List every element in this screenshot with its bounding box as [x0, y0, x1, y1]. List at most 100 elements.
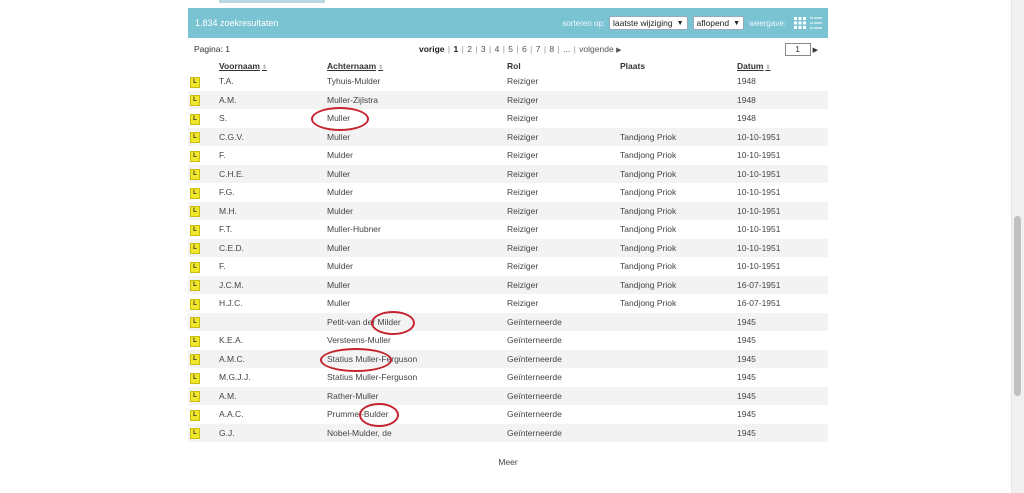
sort-field-select[interactable]: laatste wijziging ▼: [609, 16, 688, 30]
list-view-icon[interactable]: [810, 17, 822, 29]
cell-last-name[interactable]: Muller-Zijlstra: [327, 90, 507, 109]
table-row[interactable]: L H.J.C. Muller Reiziger Tandjong Priok 16-07…: [188, 294, 828, 313]
table-row[interactable]: L C.H.E. Muller Reiziger Tandjong Priok 10-10…: [188, 164, 828, 183]
cell-last-name[interactable]: Nobel-Mulder, de: [327, 423, 507, 442]
col-date[interactable]: Datum ⇕: [737, 59, 828, 72]
page-link-7[interactable]: 7: [536, 44, 541, 54]
cell-role: Reiziger: [507, 224, 539, 235]
cell-first-name[interactable]: C.G.V.: [219, 127, 327, 146]
page-link-2[interactable]: 2: [467, 44, 472, 54]
col-last-name[interactable]: Achternaam ⇕: [327, 59, 507, 72]
table-row[interactable]: L C.G.V. Muller Reiziger Tandjong Priok 10-10…: [188, 127, 828, 146]
table-row[interactable]: L M.G.J.J. Statius Muller-Ferguson Geïntern…: [188, 368, 828, 387]
cell-first-name[interactable]: G.J.: [219, 423, 327, 442]
page-number-input[interactable]: 1: [784, 43, 811, 56]
cell-first-name[interactable]: F.: [219, 146, 327, 165]
page-link-5[interactable]: 5: [508, 44, 513, 54]
table-row[interactable]: L F.T. Muller-Hubner Reiziger Tandjong Priok…: [188, 220, 828, 239]
page-link-8[interactable]: 8: [549, 44, 554, 54]
sort-order-select[interactable]: aflopend ▼: [692, 16, 745, 30]
cell-first-name[interactable]: M.H.: [219, 201, 327, 220]
cell-last-name[interactable]: Mulder: [327, 146, 507, 165]
table-row[interactable]: L S. Muller Reiziger 1948: [188, 107, 828, 132]
grid-view-icon[interactable]: [794, 17, 806, 29]
table-row[interactable]: L A.A.C. Prummel-Bulder Geïnterneerde 1945: [188, 403, 828, 428]
cell-first-name[interactable]: M.G.J.J.: [219, 368, 327, 387]
col-first-name[interactable]: Voornaam ⇕: [219, 59, 327, 72]
table-row[interactable]: L A.M.C. Statius Muller-Ferguson Geïnternee…: [188, 347, 828, 372]
table-row[interactable]: L F.G. Mulder Reiziger Tandjong Priok 10-10-1…: [188, 183, 828, 202]
play-right-icon[interactable]: ▶: [616, 47, 621, 54]
table-row[interactable]: L Petit-van der Milder Geïnterneerde 1945: [188, 310, 828, 335]
cell-last-name[interactable]: Muller: [311, 107, 507, 132]
cell-last-name[interactable]: Prummel-Bulder: [327, 403, 507, 428]
pagination: Pagina: 1 vorige | 1 | 2 | 3 | 4 | 5 | 6…: [188, 41, 828, 59]
cell-last-name[interactable]: Muller: [327, 238, 507, 257]
separator: |: [447, 44, 451, 54]
red-circle-annotation: [371, 310, 415, 335]
cell-last-name[interactable]: Mulder: [327, 201, 507, 220]
next-link[interactable]: volgende: [579, 44, 614, 54]
separator: |: [573, 44, 576, 54]
page-scrollbar[interactable]: [1011, 0, 1024, 493]
cell-date: 10-10-1951: [737, 238, 828, 257]
cell-last-name[interactable]: Muller: [327, 275, 507, 294]
table-row[interactable]: L K.E.A. Versteens-Muller Geïnterneerde 1945: [188, 331, 828, 350]
table-row[interactable]: L J.C.M. Muller Reiziger Tandjong Priok 16-07…: [188, 275, 828, 294]
sort-icon: ⇕: [765, 64, 771, 71]
cell-first-name[interactable]: K.E.A.: [219, 331, 327, 350]
cell-role: Geïnterneerde: [507, 372, 562, 383]
cell-first-name[interactable]: A.M.: [219, 90, 327, 109]
cell-first-name[interactable]: A.A.C.: [219, 405, 327, 424]
record-type-icon: L: [190, 113, 200, 125]
cell-last-name[interactable]: Muller-Hubner: [327, 220, 507, 239]
cell-last-name[interactable]: Petit-van der Milder: [327, 310, 507, 335]
table-row[interactable]: L C.E.D. Muller Reiziger Tandjong Priok 10-10…: [188, 238, 828, 257]
cell-type: L: [188, 127, 219, 146]
page-link-4[interactable]: 4: [495, 44, 500, 54]
table-row[interactable]: L T.A. Tyhuis-Mulder Reiziger 1948: [188, 72, 828, 91]
cell-first-name[interactable]: A.M.: [219, 386, 327, 405]
table-row[interactable]: L F. Mulder Reiziger Tandjong Priok 10-10-195…: [188, 257, 828, 276]
more-link[interactable]: Meer: [188, 457, 828, 467]
scrollbar-thumb[interactable]: [1014, 216, 1021, 396]
page-link-1[interactable]: 1: [453, 44, 458, 54]
cell-first-name[interactable]: C.H.E.: [219, 164, 327, 183]
cell-last-name[interactable]: Versteens-Muller: [327, 331, 507, 350]
cell-type: L: [188, 238, 219, 257]
cell-last-name[interactable]: Mulder: [327, 183, 507, 202]
cell-first-name[interactable]: T.A.: [219, 72, 327, 91]
table-row[interactable]: L A.M. Muller-Zijlstra Reiziger 1948: [188, 90, 828, 109]
page-link-3[interactable]: 3: [481, 44, 486, 54]
page-link-6[interactable]: 6: [522, 44, 527, 54]
cell-first-name[interactable]: [219, 312, 327, 331]
cell-last-name[interactable]: Mulder: [327, 257, 507, 276]
record-type-icon: L: [190, 280, 200, 292]
cell-role: Geïnterneerde: [507, 423, 620, 442]
table-row[interactable]: L F. Mulder Reiziger Tandjong Priok 10-10-195…: [188, 146, 828, 165]
cell-first-name[interactable]: F.: [219, 257, 327, 276]
cell-last-name[interactable]: Muller: [327, 294, 507, 313]
cell-first-name[interactable]: C.E.D.: [219, 238, 327, 257]
table-row[interactable]: L M.H. Mulder Reiziger Tandjong Priok 10-10-1…: [188, 201, 828, 220]
cell-first-name[interactable]: F.T.: [219, 220, 327, 239]
cell-first-name[interactable]: F.G.: [219, 183, 327, 202]
cell-last-name[interactable]: Tyhuis-Mulder: [327, 72, 507, 91]
prev-link[interactable]: vorige: [419, 44, 445, 54]
cell-first-name[interactable]: A.M.C.: [219, 349, 327, 368]
red-circle-annotation: [320, 347, 392, 372]
cell-last-name[interactable]: Muller: [327, 127, 507, 146]
cell-last-name[interactable]: Muller: [327, 164, 507, 183]
table-row[interactable]: L G.J. Nobel-Mulder, de Geïnterneerde 1945: [188, 423, 828, 442]
cell-first-name[interactable]: H.J.C.: [219, 294, 327, 313]
cell-place: [620, 90, 737, 109]
record-type-icon: L: [190, 206, 200, 218]
separator: |: [502, 44, 505, 54]
cell-last-name[interactable]: Rather-Muller: [327, 386, 507, 405]
cell-last-name[interactable]: Statius Muller-Ferguson: [320, 347, 507, 372]
results-panel: 1.834 zoekresultaten sorteren op: laatst…: [188, 8, 828, 467]
cell-date: 16-07-1951: [737, 298, 781, 309]
cell-first-name[interactable]: J.C.M.: [219, 275, 327, 294]
table-row[interactable]: L A.M. Rather-Muller Geïnterneerde 1945: [188, 386, 828, 405]
go-arrow-icon[interactable]: ▶: [813, 46, 818, 54]
